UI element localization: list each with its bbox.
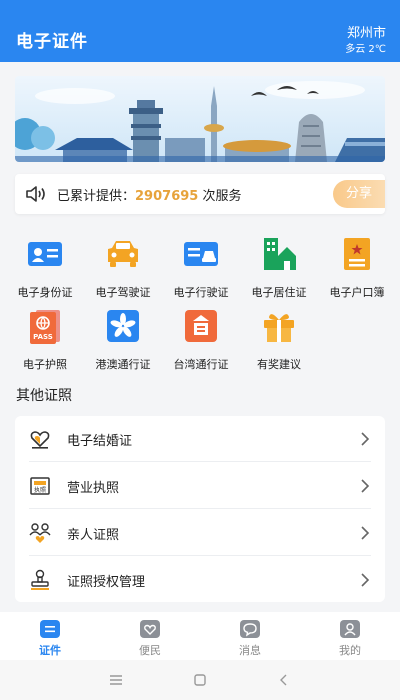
service-label: 电子户口簿	[329, 286, 385, 299]
system-navigation-bar	[0, 660, 400, 700]
tab-messages[interactable]: 消息	[200, 620, 300, 658]
service-label: 有奖建议	[257, 358, 301, 371]
building-house-icon	[259, 234, 299, 274]
vehicle-license-icon	[181, 234, 221, 274]
count-prefix: 已累计提供：	[57, 189, 136, 204]
weather-info: 多云 2℃	[345, 44, 386, 55]
list-item-label: 证照授权管理	[67, 575, 146, 590]
user-icon	[340, 620, 360, 638]
list-item-authorization[interactable]: 证照授权管理	[15, 557, 385, 603]
list-item-marriage[interactable]: 电子结婚证	[15, 416, 385, 462]
hk-macao-permit-icon	[103, 306, 143, 346]
chevron-right-icon	[361, 479, 370, 493]
service-count-text: 已累计提供：2907695 次服务	[57, 185, 241, 204]
service-count-bar: 已累计提供：2907695 次服务 分享	[15, 174, 385, 214]
authorization-stamp-icon	[31, 569, 49, 590]
service-household-register[interactable]: 电子户口簿	[317, 234, 397, 300]
business-license-icon: 执照	[30, 477, 50, 495]
service-taiwan-permit[interactable]: 台湾通行证	[161, 306, 241, 372]
tab-mine[interactable]: 我的	[300, 620, 400, 658]
city-selector[interactable]: 郑州市	[347, 22, 386, 41]
service-count-value: 2907695	[135, 189, 199, 204]
service-id-card[interactable]: 电子身份证	[5, 234, 85, 300]
chevron-right-icon	[361, 432, 370, 446]
service-hk-macao-permit[interactable]: 港澳通行证	[83, 306, 163, 372]
passport-badge: PASS	[33, 333, 53, 341]
passport-icon: PASS	[25, 306, 65, 346]
service-label: 电子身份证	[17, 286, 73, 299]
list-item-business-license[interactable]: 执照 营业执照	[15, 463, 385, 509]
tab-label: 我的	[339, 644, 361, 657]
bottom-tab-bar: 证件 便民 消息 我的	[0, 612, 400, 660]
speaker-icon	[26, 186, 45, 202]
certificate-icon	[40, 620, 60, 638]
city-banner[interactable]	[15, 76, 385, 162]
gift-icon	[259, 306, 299, 346]
heart-icon	[140, 620, 160, 638]
section-title-other: 其他证照	[16, 388, 72, 404]
message-bubble-icon	[240, 620, 260, 638]
app-header: 电子证件 郑州市 多云 2℃	[0, 0, 400, 62]
share-button[interactable]: 分享	[333, 180, 385, 208]
service-label: 台湾通行证	[173, 358, 229, 371]
count-suffix: 次服务	[198, 189, 242, 204]
other-certificates-list: 电子结婚证 执照 营业执照 亲人证照 证照授权管理	[15, 416, 385, 602]
list-item-family[interactable]: 亲人证照	[15, 510, 385, 556]
service-residence-permit[interactable]: 电子居住证	[239, 234, 319, 300]
tab-certificates[interactable]: 证件	[0, 620, 100, 658]
family-icon	[29, 523, 51, 543]
service-label: 电子驾驶证	[95, 286, 151, 299]
household-book-icon	[337, 234, 377, 274]
service-passport[interactable]: PASS 电子护照	[5, 306, 85, 372]
taiwan-permit-icon	[181, 306, 221, 346]
home-icon[interactable]	[192, 672, 208, 688]
divider	[29, 508, 371, 509]
chevron-right-icon	[361, 573, 370, 587]
marriage-heart-icon	[30, 431, 50, 449]
divider	[29, 461, 371, 462]
service-vehicle-license[interactable]: 电子行驶证	[161, 234, 241, 300]
service-label: 港澳通行证	[95, 358, 151, 371]
list-item-label: 营业执照	[67, 481, 120, 496]
tab-label: 便民	[139, 644, 161, 657]
car-icon	[103, 234, 143, 274]
tab-label: 消息	[239, 644, 261, 657]
tab-services[interactable]: 便民	[100, 620, 200, 658]
chevron-right-icon	[361, 526, 370, 540]
divider	[29, 555, 371, 556]
service-label: 电子行驶证	[173, 286, 229, 299]
service-suggestion-reward[interactable]: 有奖建议	[239, 306, 319, 372]
id-card-icon	[25, 234, 65, 274]
license-badge: 执照	[34, 486, 46, 494]
page-title: 电子证件	[16, 32, 88, 52]
list-item-label: 亲人证照	[67, 528, 120, 543]
tab-label: 证件	[39, 644, 61, 657]
service-driver-license[interactable]: 电子驾驶证	[83, 234, 163, 300]
menu-icon[interactable]	[108, 672, 124, 688]
service-label: 电子护照	[23, 358, 67, 371]
list-item-label: 电子结婚证	[67, 434, 133, 449]
back-icon[interactable]	[276, 672, 292, 688]
service-label: 电子居住证	[251, 286, 307, 299]
